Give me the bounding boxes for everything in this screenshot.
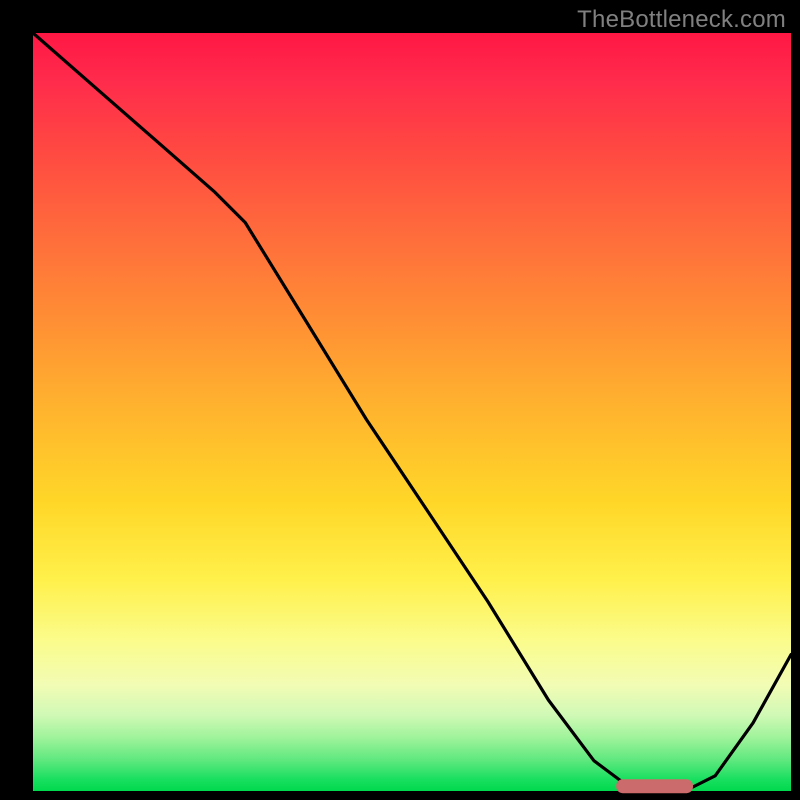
optimal-marker — [617, 780, 693, 793]
watermark-text: TheBottleneck.com — [577, 6, 786, 34]
plot-area — [33, 33, 791, 791]
bottleneck-curve-path — [33, 33, 791, 791]
chart-container: TheBottleneck.com — [0, 0, 800, 800]
chart-svg — [33, 33, 791, 791]
